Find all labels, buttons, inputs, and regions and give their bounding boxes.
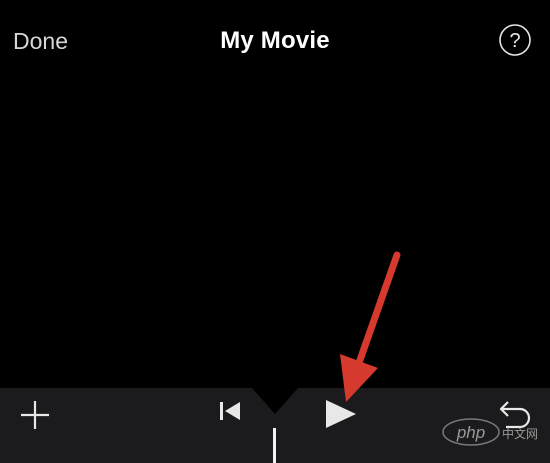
nav-bar: Done My Movie ? bbox=[0, 0, 550, 84]
watermark: php 中文网 bbox=[440, 418, 550, 458]
add-media-button[interactable] bbox=[20, 400, 50, 430]
page-title: My Movie bbox=[220, 27, 330, 54]
video-preview bbox=[0, 84, 550, 388]
play-icon bbox=[326, 400, 356, 428]
help-button[interactable]: ? bbox=[499, 24, 531, 56]
play-button[interactable] bbox=[324, 398, 358, 430]
plus-icon bbox=[21, 401, 49, 429]
watermark-brand: php bbox=[456, 423, 485, 442]
skip-to-start-button[interactable] bbox=[218, 400, 242, 422]
skip-to-start-icon bbox=[220, 402, 240, 420]
help-icon: ? bbox=[499, 24, 531, 56]
watermark-site: 中文网 bbox=[502, 426, 538, 441]
playhead-notch bbox=[252, 388, 298, 414]
playhead-line bbox=[273, 428, 276, 463]
help-glyph: ? bbox=[509, 30, 520, 52]
